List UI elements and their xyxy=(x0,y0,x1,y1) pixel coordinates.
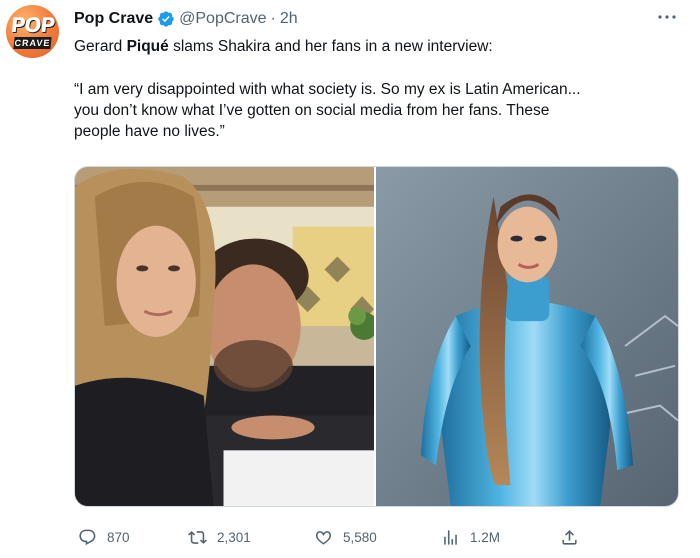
tweet-timestamp[interactable]: 2h xyxy=(280,10,298,28)
reply-count: 870 xyxy=(107,529,130,545)
tweet-media xyxy=(74,166,679,507)
views-chart-icon xyxy=(444,529,457,545)
tweet-text-intro: Gerard Piqué slams Shakira and her fans … xyxy=(74,36,674,57)
quote-line: people have no lives.” xyxy=(74,123,225,140)
views-button[interactable]: 1.2M xyxy=(441,524,500,550)
heart-icon xyxy=(315,530,332,545)
couple-selfie-image[interactable] xyxy=(75,167,376,506)
reply-icon xyxy=(79,529,96,545)
avatar[interactable]: POP CRAVE xyxy=(6,5,59,58)
author-handle[interactable]: @PopCrave xyxy=(179,10,266,28)
quote-line: “I am very disappointed with what societ… xyxy=(74,81,581,98)
action-bar: 870 2,301 5,580 1.2M xyxy=(74,524,594,550)
shakira-blue-latex-image[interactable] xyxy=(376,167,678,506)
like-button[interactable]: 5,580 xyxy=(314,524,377,550)
share-button[interactable] xyxy=(560,524,589,550)
header-separator: · xyxy=(270,10,276,27)
tweet-text-bold-name: Piqué xyxy=(126,38,169,55)
verified-badge-icon xyxy=(157,10,175,28)
quote-line: you don’t know what I’ve gotten on socia… xyxy=(74,102,550,119)
tweet-text-suffix: slams Shakira and her fans in a new inte… xyxy=(168,38,493,55)
tweet-text-prefix: Gerard xyxy=(74,38,127,55)
retweet-button[interactable]: 2,301 xyxy=(188,524,251,550)
author-name[interactable]: Pop Crave xyxy=(74,10,153,28)
reply-button[interactable]: 870 xyxy=(78,524,130,550)
avatar-logo-top: POP xyxy=(9,13,56,37)
retweet-count: 2,301 xyxy=(217,529,251,545)
tweet-quote: “I am very disappointed with what societ… xyxy=(74,79,674,142)
share-icon xyxy=(562,529,577,545)
retweet-icon xyxy=(188,530,207,544)
avatar-logo-bottom: CRAVE xyxy=(13,37,52,49)
tweet-card[interactable]: POP CRAVE Pop Crave @PopCrave · 2h Gerar… xyxy=(0,0,700,558)
like-count: 5,580 xyxy=(343,529,377,545)
more-options-icon[interactable] xyxy=(656,9,678,25)
views-count: 1.2M xyxy=(470,529,501,545)
tweet-header: Pop Crave @PopCrave · 2h xyxy=(74,9,298,29)
